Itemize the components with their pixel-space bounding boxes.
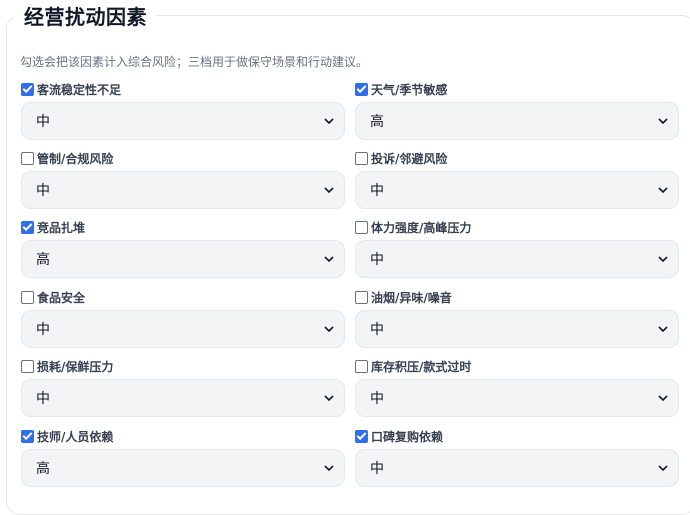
factor-field: 食品安全 中 bbox=[21, 288, 345, 348]
chevron-down-icon bbox=[324, 395, 334, 402]
level-value: 高 bbox=[370, 114, 384, 130]
level-value: 中 bbox=[370, 322, 384, 338]
level-select[interactable]: 中 bbox=[355, 240, 679, 278]
factor-label: 管制/合规风险 bbox=[37, 151, 114, 166]
factor-label-row[interactable]: 管制/合规风险 bbox=[21, 149, 345, 167]
level-value: 中 bbox=[36, 391, 50, 407]
factor-label: 客流稳定性不足 bbox=[37, 82, 122, 97]
checkbox-icon[interactable] bbox=[355, 82, 368, 96]
factor-field: 竞品扎堆 高 bbox=[21, 218, 345, 278]
factor-field: 天气/季节敏感 高 bbox=[355, 80, 679, 140]
checkbox-icon[interactable] bbox=[355, 429, 368, 443]
chevron-down-icon bbox=[324, 118, 334, 125]
level-select[interactable]: 中 bbox=[21, 310, 345, 348]
factor-label: 库存积压/款式过时 bbox=[371, 359, 472, 374]
checkbox-icon[interactable] bbox=[355, 359, 368, 373]
checkbox-icon[interactable] bbox=[21, 290, 34, 304]
factor-field: 技师/人员依赖 高 bbox=[21, 427, 345, 487]
factor-label-row[interactable]: 食品安全 bbox=[21, 288, 345, 306]
factor-label-row[interactable]: 投诉/邻避风险 bbox=[355, 149, 679, 167]
factor-label-row[interactable]: 油烟/异味/噪音 bbox=[355, 288, 679, 306]
chevron-down-icon bbox=[658, 118, 668, 125]
level-select[interactable]: 中 bbox=[355, 171, 679, 209]
level-value: 高 bbox=[36, 252, 50, 268]
factor-label: 油烟/异味/噪音 bbox=[371, 290, 452, 305]
factor-field: 投诉/邻避风险 中 bbox=[355, 149, 679, 209]
section-hint: 勾选会把该因素计入综合风险；三档用于做保守场景和行动建议。 bbox=[20, 55, 369, 69]
checkbox-icon[interactable] bbox=[355, 290, 368, 304]
factor-label-row[interactable]: 竞品扎堆 bbox=[21, 218, 345, 236]
chevron-down-icon bbox=[658, 465, 668, 472]
checkbox-icon[interactable] bbox=[21, 359, 34, 373]
level-select[interactable]: 高 bbox=[21, 240, 345, 278]
factor-field: 口碑复购依赖 中 bbox=[355, 427, 679, 487]
factor-label-row[interactable]: 天气/季节敏感 bbox=[355, 80, 679, 98]
level-value: 中 bbox=[370, 183, 384, 199]
factor-field: 损耗/保鲜压力 中 bbox=[21, 357, 345, 417]
checkbox-icon[interactable] bbox=[21, 220, 34, 234]
checkbox-icon[interactable] bbox=[355, 151, 368, 165]
level-value: 中 bbox=[36, 114, 50, 130]
factor-label: 竞品扎堆 bbox=[37, 220, 86, 235]
chevron-down-icon bbox=[324, 256, 334, 263]
factor-field: 客流稳定性不足 中 bbox=[21, 80, 345, 140]
chevron-down-icon bbox=[324, 187, 334, 194]
level-select[interactable]: 高 bbox=[355, 102, 679, 140]
factor-label: 体力强度/高峰压力 bbox=[371, 220, 472, 235]
factor-label: 技师/人员依赖 bbox=[37, 429, 114, 444]
level-select[interactable]: 中 bbox=[355, 379, 679, 417]
factor-label-row[interactable]: 损耗/保鲜压力 bbox=[21, 357, 345, 375]
checkbox-icon[interactable] bbox=[21, 151, 34, 165]
level-select[interactable]: 中 bbox=[355, 449, 679, 487]
factor-label-row[interactable]: 口碑复购依赖 bbox=[355, 427, 679, 445]
factor-label: 口碑复购依赖 bbox=[371, 429, 444, 444]
checkbox-icon[interactable] bbox=[355, 220, 368, 234]
factor-label-row[interactable]: 体力强度/高峰压力 bbox=[355, 218, 679, 236]
chevron-down-icon bbox=[658, 187, 668, 194]
factor-field: 体力强度/高峰压力 中 bbox=[355, 218, 679, 278]
level-value: 中 bbox=[36, 183, 50, 199]
level-select[interactable]: 中 bbox=[21, 102, 345, 140]
level-select[interactable]: 中 bbox=[355, 310, 679, 348]
level-select[interactable]: 高 bbox=[21, 449, 345, 487]
level-select[interactable]: 中 bbox=[21, 379, 345, 417]
chevron-down-icon bbox=[324, 465, 334, 472]
level-value: 中 bbox=[370, 252, 384, 268]
factor-label-row[interactable]: 库存积压/款式过时 bbox=[355, 357, 679, 375]
chevron-down-icon bbox=[324, 326, 334, 333]
factor-label-row[interactable]: 技师/人员依赖 bbox=[21, 427, 345, 445]
level-select[interactable]: 中 bbox=[21, 171, 345, 209]
chevron-down-icon bbox=[658, 395, 668, 402]
factor-field: 库存积压/款式过时 中 bbox=[355, 357, 679, 417]
chevron-down-icon bbox=[658, 326, 668, 333]
factor-label: 食品安全 bbox=[37, 290, 86, 305]
factor-label: 损耗/保鲜压力 bbox=[37, 359, 114, 374]
section-title: 经营扰动因素 bbox=[14, 3, 157, 31]
chevron-down-icon bbox=[658, 256, 668, 263]
checkbox-icon[interactable] bbox=[21, 82, 34, 96]
level-value: 中 bbox=[370, 391, 384, 407]
level-value: 中 bbox=[36, 322, 50, 338]
level-value: 高 bbox=[36, 461, 50, 477]
factor-field: 管制/合规风险 中 bbox=[21, 149, 345, 209]
factor-field: 油烟/异味/噪音 中 bbox=[355, 288, 679, 348]
factor-label: 天气/季节敏感 bbox=[371, 82, 448, 97]
level-value: 中 bbox=[370, 461, 384, 477]
factor-label: 投诉/邻避风险 bbox=[371, 151, 448, 166]
factor-label-row[interactable]: 客流稳定性不足 bbox=[21, 80, 345, 98]
checkbox-icon[interactable] bbox=[21, 429, 34, 443]
